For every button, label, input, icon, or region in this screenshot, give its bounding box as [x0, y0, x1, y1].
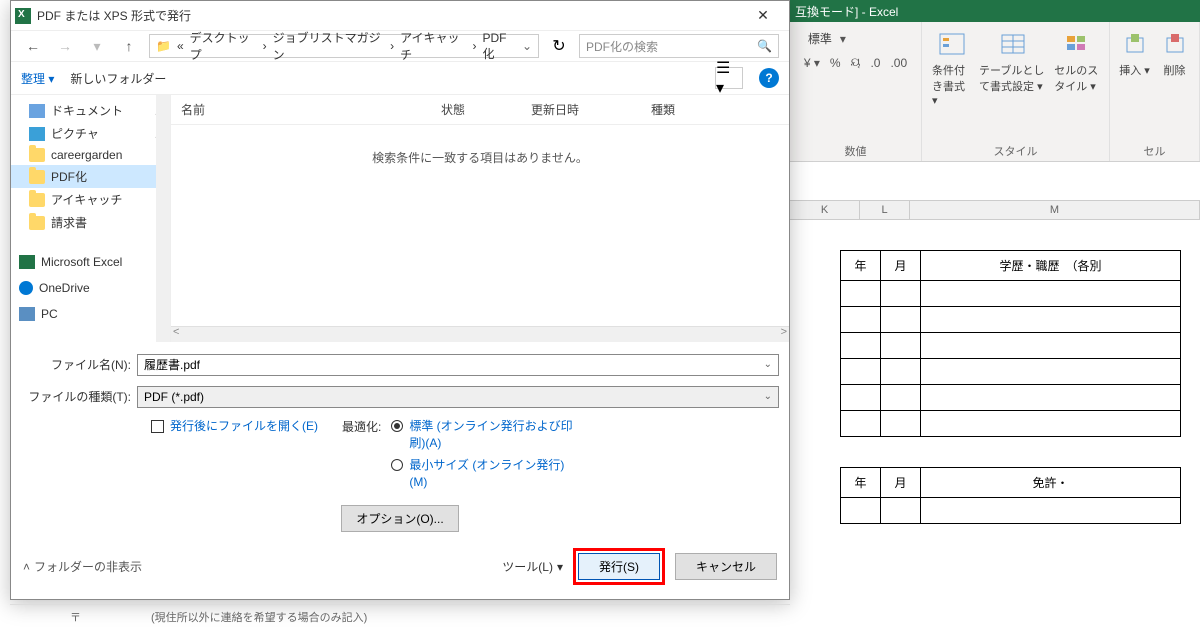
view-options-button[interactable]: ☰ ▾ [715, 67, 743, 89]
cond-format-icon [936, 28, 968, 60]
col-status[interactable]: 状態 [441, 101, 531, 118]
col-name[interactable]: 名前 [181, 101, 441, 118]
search-input[interactable]: PDF化の検索 🔍 [579, 34, 779, 58]
tree-item-0[interactable]: ドキュメント [11, 99, 170, 122]
cancel-button[interactable]: キャンセル [675, 553, 777, 580]
resume-table-2: 年 月 免許・ [840, 467, 1181, 524]
format-as-table-button[interactable]: テーブルとして書式設定 ▾ [979, 28, 1046, 107]
col-date[interactable]: 更新日時 [531, 101, 651, 118]
close-button[interactable]: ✕ [743, 3, 783, 29]
filetype-label: ファイルの種類(T): [21, 388, 131, 405]
worksheet[interactable]: 年 月 学歴・職歴 （各別 年 月 免許・ [790, 220, 1200, 630]
folder-icon [29, 216, 45, 230]
filename-label: ファイル名(N): [21, 356, 131, 373]
list-h-scrollbar[interactable] [171, 326, 789, 342]
table-icon [997, 28, 1029, 60]
breadcrumb[interactable]: 📁 « デスクトップ› ジョブリストマガジン› アイキャッチ› PDF化 ⌄ [149, 34, 539, 58]
currency-icon[interactable]: ¥ ▾ [804, 56, 820, 70]
delete-icon [1159, 28, 1191, 60]
optimize-label: 最適化: [342, 418, 381, 491]
doc-icon [29, 104, 45, 118]
conditional-format-button[interactable]: 条件付き書式 ▾ [932, 28, 971, 107]
excel-icon [19, 255, 35, 269]
optimize-standard-radio[interactable]: 標準 (オンライン発行および印刷)(A) [391, 418, 579, 452]
search-icon: 🔍 [757, 39, 772, 53]
col-header-k[interactable]: K [790, 201, 860, 219]
tree-scrollbar[interactable] [156, 95, 170, 342]
comma-icon[interactable]: ୟ [851, 55, 861, 70]
help-button[interactable]: ? [759, 68, 779, 88]
folder-icon: 📁 [156, 39, 171, 53]
organize-dropdown[interactable]: 整理 ▾ [21, 70, 54, 87]
pic-icon [29, 127, 45, 141]
tree-item-6[interactable]: Microsoft Excel [11, 252, 170, 272]
insert-icon [1119, 28, 1151, 60]
tree-item-1[interactable]: ピクチャ [11, 122, 170, 145]
excel-app-icon [15, 8, 31, 24]
sheet-bottom-row: 〒 (現住所以外に連絡を希望する場合のみ記入) [10, 604, 790, 629]
back-button[interactable]: ← [21, 34, 45, 58]
excel-titlebar: 互換モード] - Excel [790, 0, 1200, 22]
options-button[interactable]: オプション(O)... [341, 505, 458, 532]
filetype-dropdown[interactable]: PDF (*.pdf) ⌄ [137, 386, 779, 408]
up-button[interactable]: ↑ [117, 34, 141, 58]
cell-styles-icon [1061, 28, 1093, 60]
folder-tree[interactable]: ドキュメントピクチャcareergardenPDF化アイキャッチ請求書 Micro… [11, 95, 171, 342]
insert-cells-button[interactable]: 挿入 ▾ [1119, 28, 1151, 78]
onedrive-icon [19, 281, 33, 295]
col-type[interactable]: 種類 [651, 101, 741, 118]
tree-item-3[interactable]: PDF化 [11, 165, 170, 188]
col-header-m[interactable]: M [910, 201, 1200, 219]
percent-icon[interactable]: % [830, 56, 841, 70]
number-format-dropdown[interactable]: 標準 [804, 28, 836, 49]
file-list[interactable]: 名前 状態 更新日時 種類 検索条件に一致する項目はありません。 [171, 95, 789, 342]
optimize-min-radio[interactable]: 最小サイズ (オンライン発行)(M) [391, 457, 579, 491]
decrease-decimal-icon[interactable]: .00 [890, 56, 907, 70]
folder-icon [29, 148, 45, 162]
resume-table-1: 年 月 学歴・職歴 （各別 [840, 250, 1181, 437]
increase-decimal-icon[interactable]: .0 [870, 56, 880, 70]
tree-item-2[interactable]: careergarden [11, 145, 170, 165]
delete-cells-button[interactable]: 削除 [1159, 28, 1191, 78]
folder-icon [29, 193, 45, 207]
tree-item-7[interactable]: OneDrive [11, 278, 170, 298]
pc-icon [19, 307, 35, 321]
tools-dropdown[interactable]: ツール(L)▾ [502, 558, 563, 575]
filename-input[interactable]: 履歴書.pdf ⌄ [137, 354, 779, 376]
folder-icon [29, 170, 45, 184]
open-after-checkbox[interactable]: 発行後にファイルを開く(E) [151, 418, 318, 491]
tree-item-5[interactable]: 請求書 [11, 211, 170, 234]
tree-item-8[interactable]: PC [11, 304, 170, 324]
hide-folders-toggle[interactable]: ˄ フォルダーの非表示 [23, 558, 142, 575]
breadcrumb-dropdown[interactable]: ⌄ [522, 39, 532, 53]
filename-history-dropdown[interactable]: ⌄ [764, 359, 772, 370]
publish-highlight: 発行(S) [573, 548, 665, 585]
excel-ribbon: 標準 ▾ ¥ ▾ % ୟ .0 .00 数値 条件付き書式 ▾ [790, 22, 1200, 162]
empty-message: 検索条件に一致する項目はありません。 [171, 125, 789, 326]
new-folder-button[interactable]: 新しいフォルダー [70, 70, 166, 87]
refresh-button[interactable]: ↻ [547, 34, 571, 58]
forward-button: → [53, 34, 77, 58]
cell-styles-button[interactable]: セルのスタイル ▾ [1054, 28, 1099, 107]
number-format-caret[interactable]: ▾ [840, 32, 846, 46]
dialog-title: PDF または XPS 形式で発行 [37, 7, 191, 24]
column-headers: K L M [790, 200, 1200, 220]
tree-item-4[interactable]: アイキャッチ [11, 188, 170, 211]
recent-dropdown[interactable]: ▾ [85, 34, 109, 58]
publish-button[interactable]: 発行(S) [578, 553, 660, 580]
chevron-up-icon: ˄ [23, 560, 30, 574]
publish-dialog: PDF または XPS 形式で発行 ✕ ← → ▾ ↑ 📁 « デスクトップ› … [10, 0, 790, 600]
col-header-l[interactable]: L [860, 201, 910, 219]
